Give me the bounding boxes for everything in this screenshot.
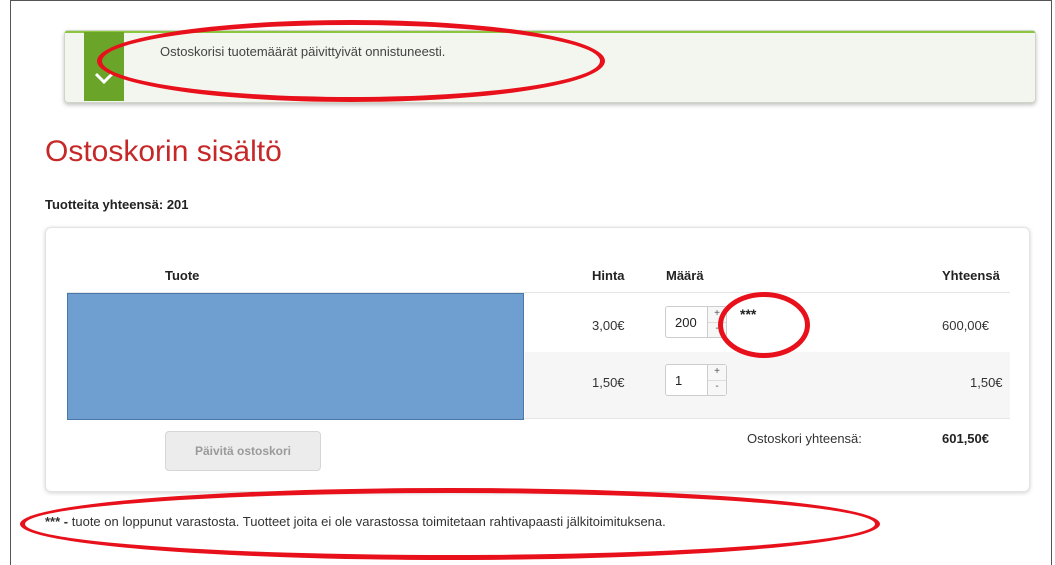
grand-total-value: 601,50€: [942, 431, 989, 446]
stock-footnote: *** - tuote on loppunut varastosta. Tuot…: [45, 514, 666, 529]
row-1-total: 600,00€: [942, 318, 989, 333]
product-image-placeholder[interactable]: [67, 293, 524, 420]
decrement-button[interactable]: -: [708, 380, 726, 395]
header-quantity: Määrä: [666, 268, 704, 283]
footnote-text: tuote on loppunut varastosta. Tuotteet j…: [71, 514, 666, 529]
page-title: Ostoskorin sisältö: [45, 135, 282, 168]
quantity-stepper-row-2[interactable]: 1 + -: [665, 364, 727, 396]
quantity-value[interactable]: 200: [675, 315, 697, 330]
out-of-stock-marker: ***: [740, 306, 757, 322]
increment-button[interactable]: +: [708, 365, 726, 381]
header-total: Yhteensä: [942, 268, 1000, 283]
footnote-marker: ***: [45, 514, 61, 529]
decrement-button[interactable]: -: [708, 322, 726, 337]
row-2-price: 1,50€: [592, 375, 625, 390]
header-price: Hinta: [592, 268, 625, 283]
success-alert: [64, 30, 1036, 103]
row-2-total: 1,50€: [970, 375, 1003, 390]
stepper-buttons: + -: [707, 365, 726, 395]
header-product: Tuote: [165, 268, 200, 283]
update-cart-button[interactable]: Päivitä ostoskori: [165, 431, 321, 471]
row-1-price: 3,00€: [592, 318, 625, 333]
quantity-value[interactable]: 1: [675, 373, 682, 388]
grand-total-label: Ostoskori yhteensä:: [747, 431, 862, 446]
quantity-stepper-row-1[interactable]: 200 + -: [665, 306, 727, 338]
footnote-dash: -: [60, 514, 72, 529]
check-icon: [84, 32, 124, 101]
stepper-buttons: + -: [707, 307, 726, 337]
product-count: Tuotteita yhteensä: 201: [45, 197, 189, 212]
alert-message: Ostoskorisi tuotemäärät päivittyivät onn…: [160, 44, 446, 59]
increment-button[interactable]: +: [708, 307, 726, 323]
